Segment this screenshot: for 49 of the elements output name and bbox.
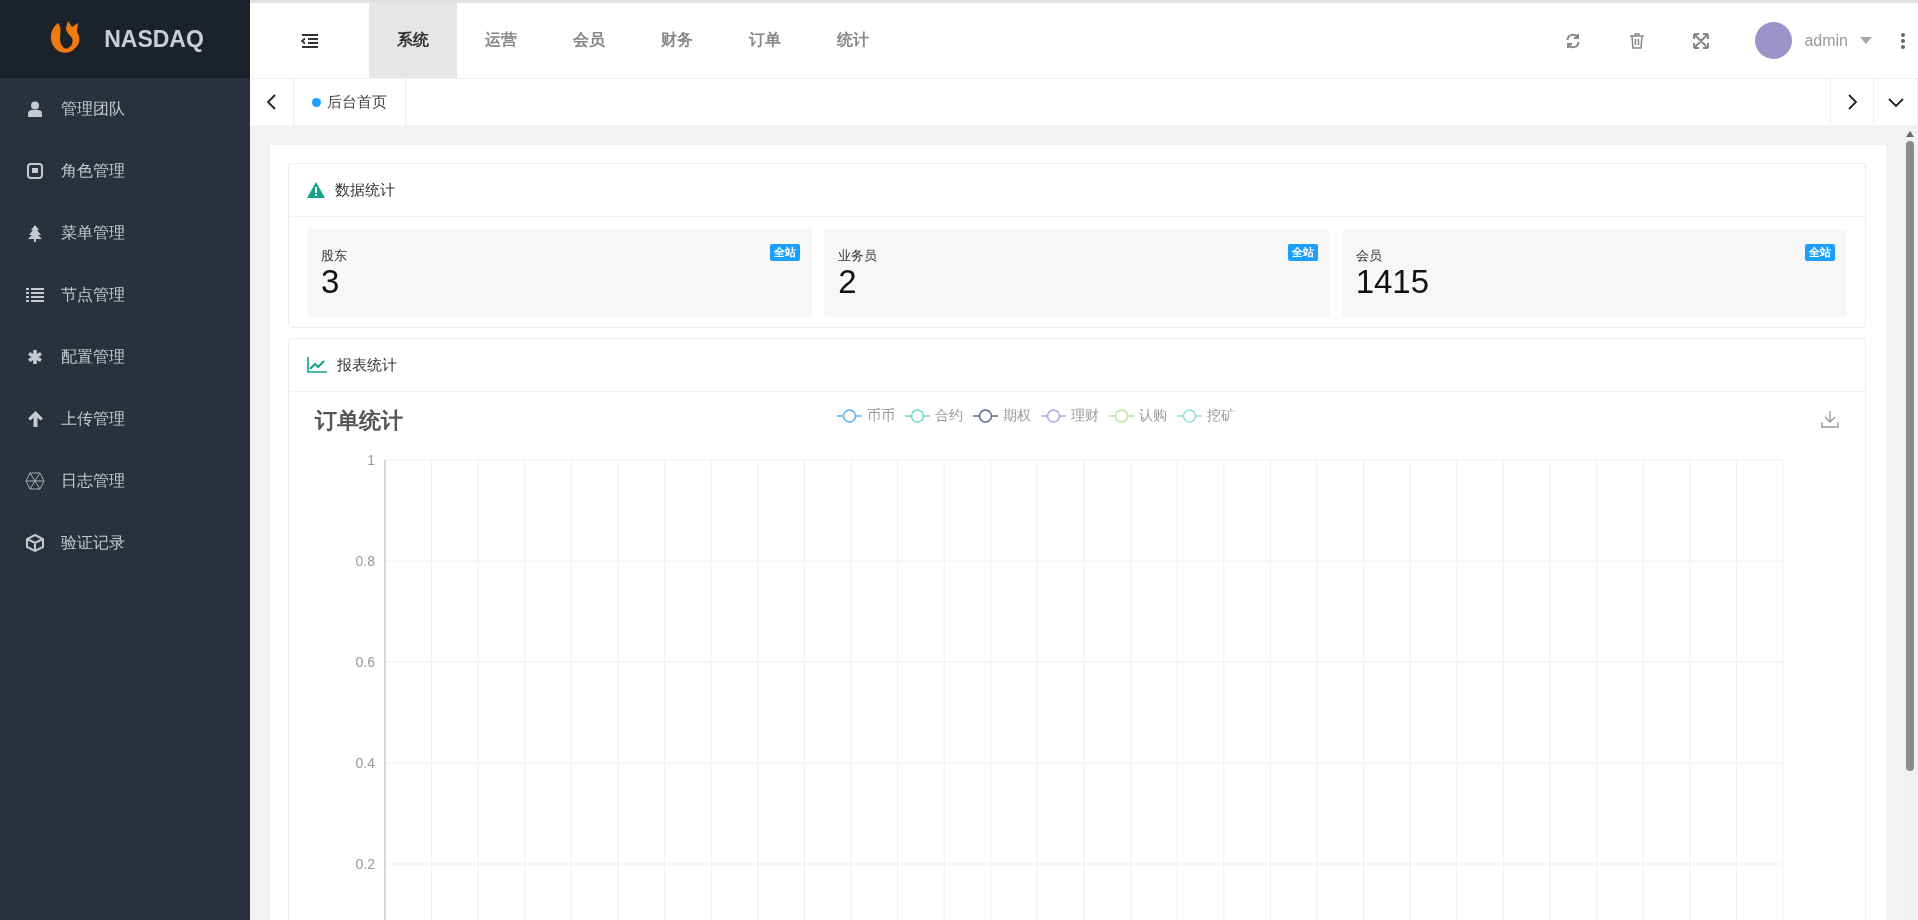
axis-label: 0.6 xyxy=(355,654,375,670)
asterisk-icon xyxy=(25,349,45,365)
scope-badge: 全站 xyxy=(1287,244,1318,261)
stat-value: 3 xyxy=(321,265,341,300)
nav-tab[interactable]: 订单 xyxy=(721,3,809,78)
hexagon-icon xyxy=(25,472,45,490)
axis-label: 0.2 xyxy=(355,856,375,872)
id-card-icon xyxy=(25,163,45,179)
axis-label: 0.4 xyxy=(355,755,375,771)
nav-tab[interactable]: 会员 xyxy=(545,3,633,78)
stat-label: 会员 xyxy=(1355,247,1382,265)
user-icon xyxy=(25,101,45,117)
sidebar-item[interactable]: 菜单管理 xyxy=(0,202,250,264)
sidebar-item[interactable]: 验证记录 xyxy=(0,512,250,574)
user-menu[interactable]: admin xyxy=(1733,3,1888,78)
scope-badge: 全站 xyxy=(770,244,801,261)
scroll-up-icon[interactable] xyxy=(1906,131,1914,137)
chevron-right-icon[interactable] xyxy=(1847,94,1857,110)
sidebar-item[interactable]: 角色管理 xyxy=(0,140,250,202)
sidebar-item[interactable]: 上传管理 xyxy=(0,388,250,450)
nav-tab[interactable]: 财务 xyxy=(633,3,721,78)
avatar xyxy=(1755,22,1793,59)
cube-icon xyxy=(25,534,45,552)
chevron-left-icon[interactable] xyxy=(267,94,276,110)
axis-label: 1 xyxy=(367,452,375,468)
line-chart-icon xyxy=(307,357,327,373)
stat-label: 股东 xyxy=(321,247,347,265)
stat-label: 业务员 xyxy=(838,247,878,265)
sidebar-item[interactable]: 日志管理 xyxy=(0,450,250,512)
caret-icon xyxy=(1860,37,1872,44)
list-icon xyxy=(25,288,45,302)
up-arrow-icon xyxy=(25,411,45,427)
sidebar-item[interactable]: 管理团队 xyxy=(0,78,250,140)
chart-title: 订单统计 xyxy=(315,407,403,435)
axis-label: 0.8 xyxy=(355,553,375,569)
sidebar-item[interactable]: 节点管理 xyxy=(0,264,250,326)
warning-icon xyxy=(307,182,325,198)
chevron-down-icon[interactable] xyxy=(1887,97,1904,107)
nav-tab[interactable]: 运营 xyxy=(457,3,545,78)
download-icon[interactable] xyxy=(1821,410,1839,431)
panel-title: 报表统计 xyxy=(337,355,397,375)
brand-name: NASDAQ xyxy=(104,25,204,53)
nav-tab[interactable]: 统计 xyxy=(809,3,897,78)
scope-badge: 全站 xyxy=(1805,244,1835,261)
sidebar-item[interactable]: 配置管理 xyxy=(0,326,250,388)
panel-title: 数据统计 xyxy=(335,180,395,200)
nav-tab[interactable]: 系统 xyxy=(369,3,457,78)
stat-value: 2 xyxy=(838,265,858,300)
stat-value: 1415 xyxy=(1355,265,1431,300)
